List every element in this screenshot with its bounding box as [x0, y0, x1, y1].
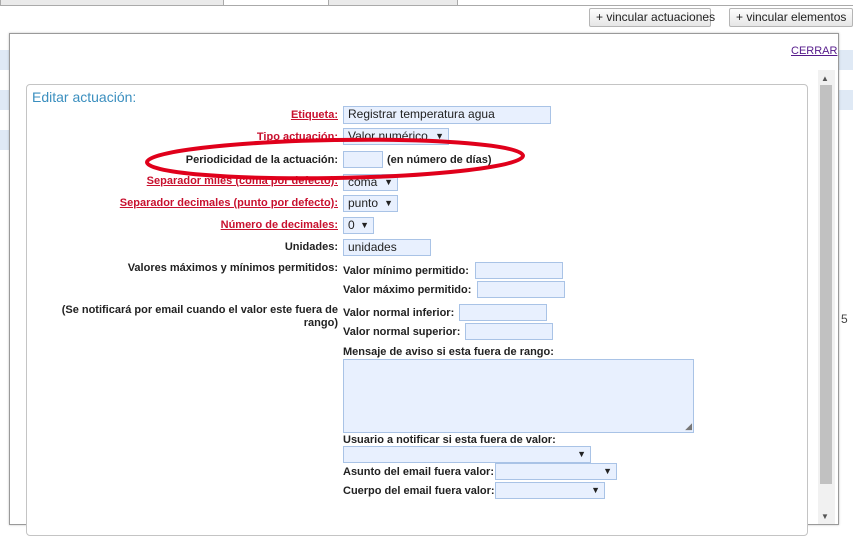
resize-grip-icon[interactable]: ◢: [685, 421, 692, 432]
scroll-thumb[interactable]: [820, 85, 832, 484]
background-row-edge: [0, 50, 9, 70]
usuario-notificar-label: Usuario a notificar si esta fuera de val…: [343, 434, 556, 446]
chevron-down-icon: ▼: [384, 198, 393, 208]
separador-miles-value: coma: [348, 175, 378, 189]
mensaje-aviso-textarea[interactable]: ◢: [343, 359, 694, 433]
tipo-actuacion-value: Valor numérico: [348, 129, 428, 143]
rango-normal-label: (Se notificará por email cuando el valor…: [61, 304, 338, 329]
separador-miles-select[interactable]: coma ▼: [343, 174, 398, 191]
unidades-input[interactable]: unidades: [343, 239, 431, 256]
tipo-actuacion-label: Tipo actuación:: [256, 131, 338, 143]
asunto-email-label: Asunto del email fuera valor:: [343, 466, 494, 478]
tab-divider: [0, 5, 853, 6]
numero-decimales-select[interactable]: 0 ▼: [343, 217, 374, 234]
chevron-down-icon: ▼: [603, 466, 612, 476]
separador-decimales-select[interactable]: punto ▼: [343, 195, 398, 212]
valor-normal-superior-input[interactable]: [465, 323, 553, 340]
background-row-edge: [0, 90, 9, 110]
fieldset-legend: Editar actuación:: [32, 89, 137, 105]
valor-maximo-label: Valor máximo permitido:: [343, 284, 472, 296]
background-row-edge: [838, 50, 853, 70]
separador-decimales-label: Separador decimales (punto por defecto):: [119, 197, 338, 209]
separador-miles-label: Separador miles (coma por defecto):: [146, 175, 338, 187]
close-link[interactable]: CERRAR: [791, 45, 837, 57]
background-row-edge: [0, 130, 9, 150]
chevron-down-icon: ▼: [591, 485, 600, 495]
background-number: 5: [841, 312, 848, 326]
asunto-email-select[interactable]: ▼: [495, 463, 617, 480]
valor-normal-superior-label: Valor normal superior:: [343, 326, 461, 338]
periodicidad-label: Periodicidad de la actuación:: [185, 154, 338, 166]
etiqueta-input[interactable]: Registrar temperatura agua: [343, 106, 551, 124]
tipo-actuacion-select[interactable]: Valor numérico ▼: [343, 128, 449, 145]
background-tabs: [0, 0, 853, 6]
chevron-down-icon: ▼: [435, 131, 444, 141]
mensaje-aviso-label: Mensaje de aviso si esta fuera de rango:: [343, 346, 554, 358]
valor-minimo-label: Valor mínimo permitido:: [343, 265, 469, 277]
cuerpo-email-select[interactable]: ▼: [495, 482, 605, 499]
chevron-down-icon: ▼: [384, 177, 393, 187]
numero-decimales-label: Número de decimales:: [220, 219, 338, 231]
scroll-up-icon[interactable]: ▲: [821, 74, 829, 83]
link-elementos-button[interactable]: + vincular elementos: [729, 8, 853, 27]
link-actuaciones-button[interactable]: + vincular actuaciones: [589, 8, 715, 27]
valor-normal-inferior-input[interactable]: [459, 304, 547, 321]
etiqueta-label: Etiqueta:: [290, 109, 338, 121]
numero-decimales-value: 0: [348, 218, 355, 232]
chevron-down-icon: ▼: [360, 220, 369, 230]
periodicidad-input[interactable]: [343, 151, 383, 168]
valor-maximo-input[interactable]: [477, 281, 565, 298]
valor-normal-inferior-label: Valor normal inferior:: [343, 307, 455, 319]
separador-decimales-value: punto: [348, 196, 379, 210]
chevron-down-icon: ▼: [577, 449, 586, 459]
periodicidad-hint: (en número de días): [387, 154, 492, 166]
unidades-label: Unidades:: [284, 241, 338, 253]
background-row-edge: [838, 90, 853, 110]
cuerpo-email-label: Cuerpo del email fuera valor:: [343, 485, 495, 497]
usuario-notificar-select[interactable]: ▼: [343, 446, 591, 463]
valor-minimo-input[interactable]: [475, 262, 563, 279]
dialog-scrollbar[interactable]: ▲ ▼: [818, 70, 835, 524]
valores-permitidos-label: Valores máximos y mínimos permitidos:: [127, 262, 338, 274]
